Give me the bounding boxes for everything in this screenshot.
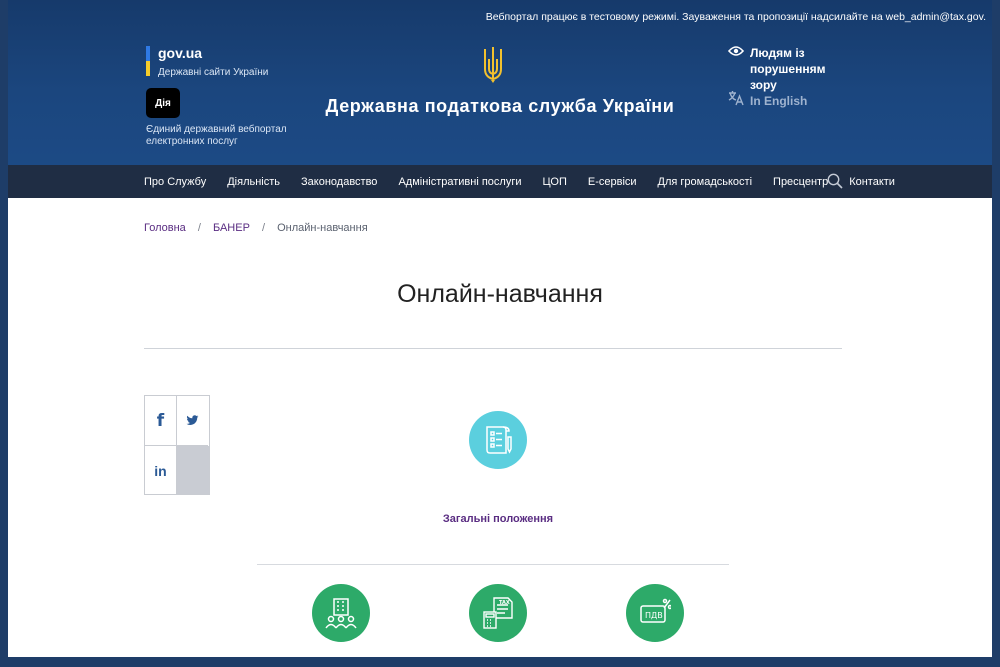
main-nav: Про Службу Діяльність Законодавство Адмі… <box>8 165 992 198</box>
buildings-people-icon <box>325 598 357 629</box>
trident-icon <box>484 47 502 83</box>
frame-right <box>992 0 1000 667</box>
tax-badge: TAX <box>499 600 510 606</box>
nav-item-e-services[interactable]: Е-сервіси <box>588 176 637 188</box>
govua-name: gov.ua <box>158 45 203 61</box>
business-card[interactable] <box>312 584 370 642</box>
nav-item-admin-services[interactable]: Адміністративні послуги <box>398 176 521 188</box>
share-empty-cell <box>177 446 209 494</box>
accessibility-label: Людям із порушенням зору <box>750 46 826 92</box>
title-divider <box>144 348 842 349</box>
breadcrumb-home[interactable]: Головна <box>144 222 186 234</box>
linkedin-icon[interactable]: in <box>145 446 177 495</box>
nav-item-legislation[interactable]: Законодавство <box>301 176 377 188</box>
cards-divider <box>257 564 729 565</box>
nav-item-about[interactable]: Про Службу <box>144 176 206 188</box>
nav-item-contacts[interactable]: Контакти <box>849 176 895 188</box>
search-icon[interactable] <box>827 173 843 189</box>
document-checklist-icon <box>486 426 512 454</box>
share-panel: f in <box>144 395 210 495</box>
vat-card[interactable]: ПДВ <box>626 584 684 642</box>
nav-item-activity[interactable]: Діяльність <box>227 176 280 188</box>
translate-icon <box>728 91 744 106</box>
eye-icon <box>728 46 744 56</box>
vat-badge: ПДВ <box>645 611 663 620</box>
general-provisions-card[interactable] <box>469 411 527 469</box>
site-header: Вебпортал працює в тестовому режимі. Зау… <box>8 0 992 165</box>
breadcrumb-separator: / <box>197 222 201 234</box>
frame-bottom <box>0 657 1000 667</box>
twitter-icon[interactable] <box>177 396 208 446</box>
ua-flag-icon <box>146 46 150 76</box>
page-title: Онлайн-навчання <box>397 280 603 308</box>
tax-calculator-icon: TAX <box>483 597 513 629</box>
frame-left <box>0 0 8 667</box>
test-mode-notice: Вебпортал працює в тестовому режимі. Зау… <box>485 11 986 23</box>
diia-description: Єдиний державний вебпортал електронних п… <box>146 124 287 147</box>
breadcrumb-current: Онлайн-навчання <box>277 222 368 234</box>
nav-item-tsop[interactable]: ЦОП <box>543 176 567 188</box>
vat-percent-icon: ПДВ <box>640 598 671 623</box>
nav-item-press[interactable]: Пресцентр <box>773 176 828 188</box>
general-provisions-label[interactable]: Загальні положення <box>8 513 988 525</box>
main-content: Головна / БАНЕР / Онлайн-навчання Онлайн… <box>8 198 992 657</box>
breadcrumb-banner[interactable]: БАНЕР <box>213 222 250 234</box>
tax-card[interactable]: TAX <box>469 584 527 642</box>
site-title[interactable]: Державна податкова служба України <box>8 96 992 117</box>
breadcrumb-separator: / <box>261 222 266 234</box>
breadcrumb: Головна / БАНЕР / Онлайн-навчання <box>144 222 368 234</box>
govua-subtitle: Державні сайти України <box>158 67 269 78</box>
language-label: In English <box>750 94 808 108</box>
nav-item-public[interactable]: Для громадськості <box>658 176 753 188</box>
facebook-icon[interactable]: f <box>145 396 177 446</box>
